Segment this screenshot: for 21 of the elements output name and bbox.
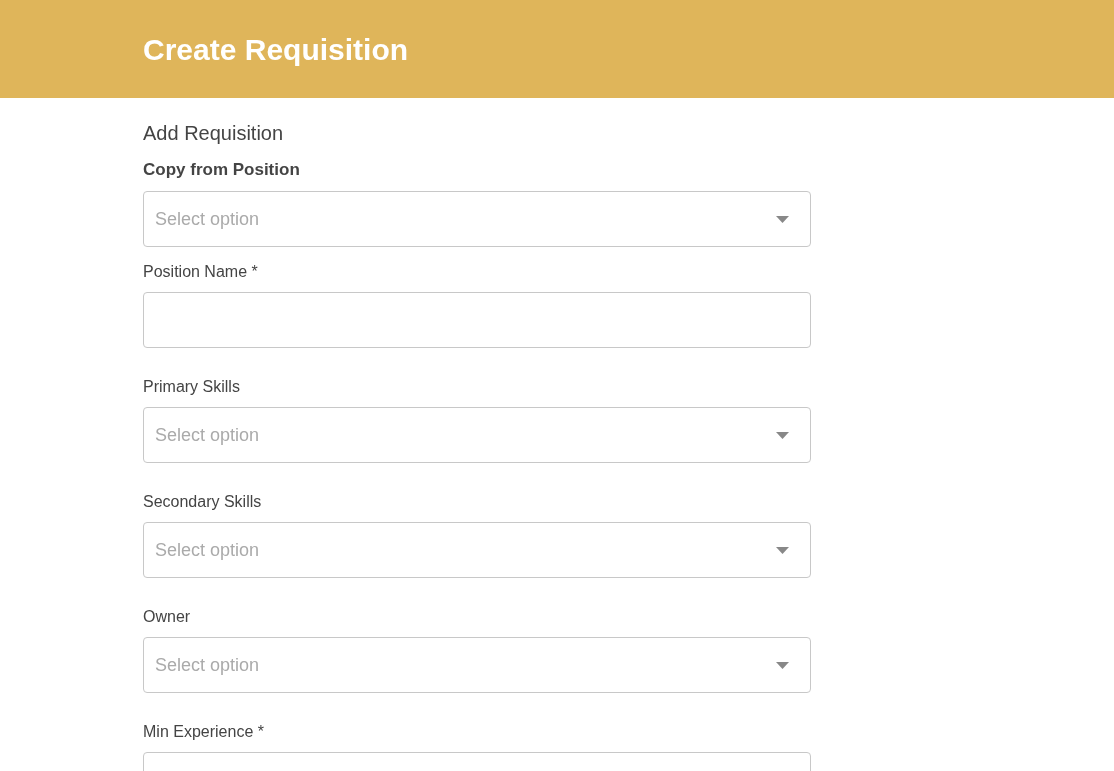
field-label: Position Name *: [143, 263, 259, 281]
select-placeholder: Select option: [155, 538, 260, 562]
page-title: Create Requisition: [143, 31, 409, 68]
caret-icon: [776, 431, 789, 439]
field-label: Copy from Position: [143, 160, 301, 180]
select-placeholder: Select option: [155, 653, 260, 677]
select-placeholder: Select option: [155, 207, 260, 231]
field-label: Primary Skills: [143, 378, 241, 396]
field-label: Secondary Skills: [143, 493, 263, 511]
caret-icon: [776, 215, 789, 223]
select-dropdown[interactable]: Select option: [143, 637, 811, 693]
select-dropdown[interactable]: Select option: [143, 191, 811, 247]
select-placeholder: Select option: [155, 423, 260, 447]
field-label: Min Experience *: [143, 723, 265, 741]
section-title: Add Requisition: [143, 121, 285, 145]
select-dropdown[interactable]: Select option: [143, 522, 811, 578]
caret-icon: [776, 661, 789, 669]
select-dropdown[interactable]: Select option: [143, 407, 811, 463]
text-field[interactable]: [143, 292, 811, 348]
caret-icon: [776, 546, 789, 554]
field-label: Owner: [143, 608, 192, 626]
